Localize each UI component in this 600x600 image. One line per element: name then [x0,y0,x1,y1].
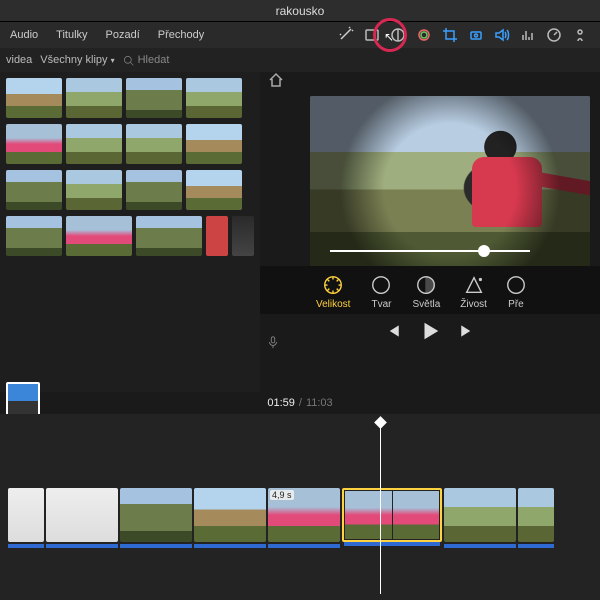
timeline-clip[interactable] [444,488,516,542]
clip-thumb[interactable] [126,124,182,164]
equalizer-icon[interactable] [520,27,536,43]
media-library [0,72,260,392]
app-window: rakousko Audio Titulky Pozadí Přechody ↖… [0,0,600,600]
tab-titles[interactable]: Titulky [52,27,91,43]
color-balance-icon[interactable] [364,27,380,43]
clips-filter-dropdown[interactable]: Všechny klipy▾ [40,54,114,66]
vignette-overlay [310,96,590,266]
timeline-clip[interactable] [120,488,192,542]
main-area: Velikost Tvar Světla Živost Pře [0,72,600,392]
preview-pane: Velikost Tvar Světla Živost Pře [260,72,600,392]
current-time: 01:59 [267,397,295,409]
clip-thumb[interactable] [66,124,122,164]
clip-thumb[interactable] [126,78,182,118]
clip-thumb[interactable] [66,170,122,210]
magic-wand-icon[interactable] [338,26,354,45]
library-title: videa [6,54,32,66]
clip-duration-badge: 4,9 s [270,490,294,500]
library-controls: videa Všechny klipy▾ Hledat [0,48,600,72]
clip-thumb[interactable] [136,216,202,256]
filter-vibrance[interactable]: Živost [460,274,487,310]
clip-thumb[interactable] [126,170,182,210]
clip-thumb[interactable] [66,216,132,256]
voiceover-mic-icon[interactable] [266,335,280,354]
timeline-clip[interactable]: 4,9 s [268,488,340,542]
next-frame-icon[interactable] [459,322,477,340]
timeline[interactable]: 4,9 s [0,414,600,600]
timeline-track: 4,9 s [8,488,554,546]
play-icon[interactable] [419,320,441,342]
timeline-clip[interactable] [46,488,118,542]
clip-thumb[interactable] [206,216,228,256]
time-indicator: 01:59 / 11:03 [0,392,600,414]
clip-thumb[interactable] [66,78,122,118]
filter-extra[interactable]: Pře [507,274,525,310]
total-time: 11:03 [306,397,333,409]
timeline-clip-selected[interactable] [342,488,442,542]
timeline-clip[interactable] [194,488,266,542]
clip-thumb[interactable] [232,216,254,256]
tab-audio[interactable]: Audio [6,27,42,43]
vignette-slider[interactable] [330,250,530,252]
video-preview[interactable] [310,96,590,266]
clip-thumb[interactable] [6,170,62,210]
clip-thumb[interactable] [6,124,62,164]
window-title: rakousko [0,0,600,22]
tab-transitions[interactable]: Přechody [154,27,208,43]
playback-controls [260,314,600,348]
crop-icon[interactable] [442,27,458,43]
cursor-icon: ↖ [384,30,394,44]
adjustment-tools [364,27,594,43]
timeline-clip[interactable] [518,488,554,542]
filter-shape[interactable]: Tvar [370,274,392,310]
filter-controls: Velikost Tvar Světla Živost Pře [260,266,600,314]
clip-thumb[interactable] [186,78,242,118]
top-toolbar: Audio Titulky Pozadí Přechody ↖ [0,22,600,48]
filter-size[interactable]: Velikost [316,274,350,310]
playhead[interactable] [380,424,381,594]
search-input[interactable]: Hledat [123,54,170,66]
clip-thumb[interactable] [186,124,242,164]
clip-thumb[interactable] [6,78,62,118]
info-icon[interactable] [572,27,588,43]
clip-thumb[interactable] [6,216,62,256]
tab-background[interactable]: Pozadí [102,27,144,43]
speed-icon[interactable] [546,27,562,43]
filter-light[interactable]: Světla [412,274,440,310]
volume-icon[interactable] [494,27,510,43]
timeline-clip[interactable] [8,488,44,542]
stabilize-icon[interactable] [468,27,484,43]
color-wheel-icon[interactable] [416,27,432,43]
clip-thumb[interactable] [186,170,242,210]
prev-frame-icon[interactable] [383,322,401,340]
home-icon[interactable] [268,72,284,93]
